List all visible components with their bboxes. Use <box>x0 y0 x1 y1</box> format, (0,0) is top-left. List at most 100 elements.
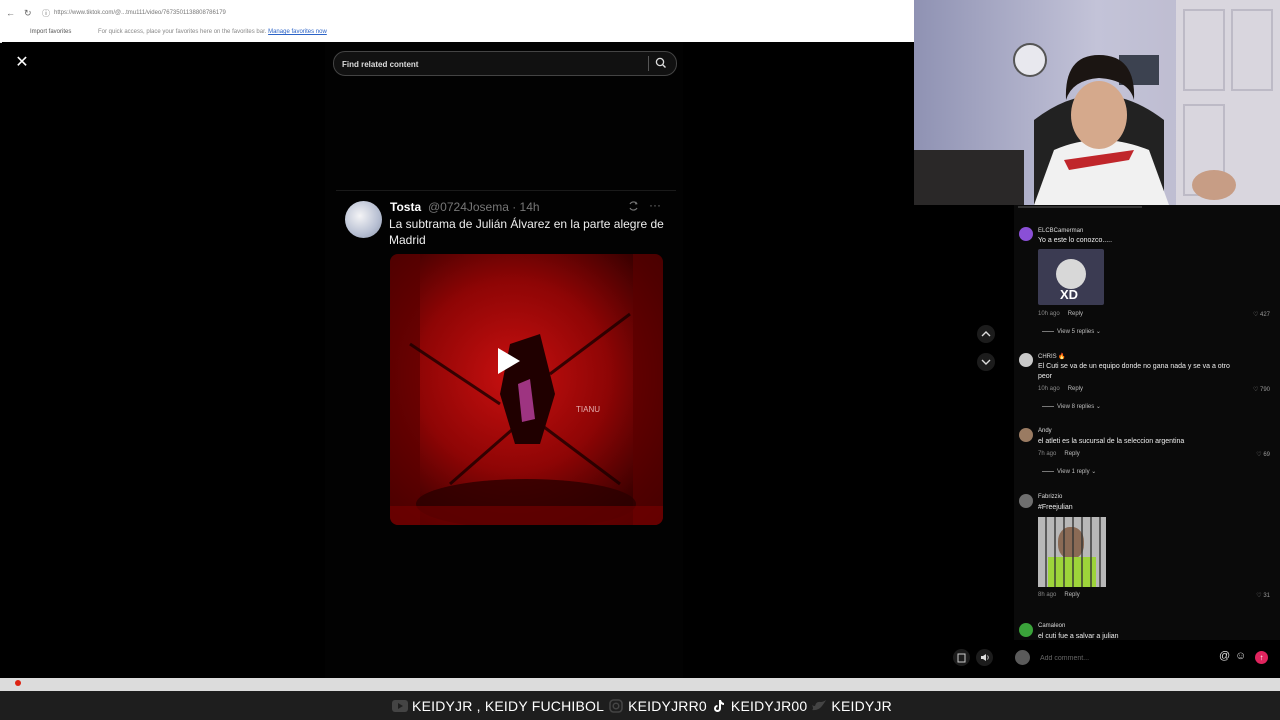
favbar-message-text: For quick access, place your favorites h… <box>98 29 267 35</box>
comment-composer: @ ☺ ↑ <box>1014 640 1280 678</box>
comment-likes[interactable]: ♡ 427 <box>1253 311 1270 318</box>
comment-meta: 8h ago Reply <box>1038 592 1080 598</box>
refresh-icon[interactable]: ↻ <box>24 8 32 19</box>
video-thumbnail[interactable]: TIANU <box>390 254 663 525</box>
reply-button[interactable]: Reply <box>1068 311 1083 317</box>
taskbar <box>0 678 1280 691</box>
site-info-icon[interactable]: ⓘ <box>42 8 50 19</box>
related-search-input[interactable] <box>340 55 644 73</box>
view-replies-label: View 8 replies <box>1057 404 1095 410</box>
comment-image[interactable]: XD <box>1038 249 1104 305</box>
reply-button[interactable]: Reply <box>1068 386 1083 392</box>
twitter-handle: KEIDYJR <box>831 697 892 714</box>
close-button[interactable]: ✕ <box>12 52 32 72</box>
mention-icon[interactable]: @ <box>1219 650 1230 662</box>
like-count: 427 <box>1259 312 1270 318</box>
comment-likes[interactable]: ♡ 31 <box>1256 592 1270 599</box>
send-button[interactable]: ↑ <box>1255 651 1268 664</box>
comment-text: El Cuti se va de un equipo donde no gana… <box>1038 363 1230 380</box>
view-replies-button[interactable]: View 5 replies ⌄ <box>1042 328 1101 335</box>
comment-image[interactable] <box>1038 517 1106 587</box>
user-avatar[interactable] <box>1015 650 1030 665</box>
post-divider <box>336 190 676 191</box>
comment-avatar[interactable] <box>1019 227 1033 241</box>
youtube-icon <box>391 699 409 713</box>
emoji-icon[interactable]: ☺ <box>1235 650 1246 662</box>
reply-button[interactable]: Reply <box>1064 451 1079 457</box>
chevron-down-icon <box>981 359 991 365</box>
volume-icon <box>980 654 989 661</box>
back-icon[interactable]: ← <box>6 8 15 18</box>
author-name[interactable]: Tosta <box>390 200 421 214</box>
comment-input[interactable] <box>1038 650 1222 666</box>
import-favorites-link[interactable]: Import favorites <box>30 29 71 35</box>
author-avatar[interactable] <box>345 201 382 238</box>
comment-username[interactable]: Andy <box>1038 428 1052 434</box>
social-handles: KEIDYJR , KEIDY FUCHIBOL KEIDYJRR0 KEIDY… <box>0 691 1280 720</box>
address-bar[interactable]: https://www.tiktok.com/@...tmu111/video/… <box>54 10 226 16</box>
send-icon: ↑ <box>1259 653 1264 662</box>
view-replies-label: View 1 reply <box>1057 469 1090 475</box>
comment-likes[interactable]: ♡ 790 <box>1253 386 1270 393</box>
tiktok-icon <box>710 699 728 713</box>
notification-dot <box>15 680 21 686</box>
comment-time: 10h ago <box>1038 311 1060 317</box>
comment-text: el cuti fue a salvar a julian <box>1038 633 1119 640</box>
photo-bars <box>1038 517 1106 587</box>
youtube-handle: KEIDYJR , KEIDY FUCHIBOL <box>412 697 605 714</box>
comment-avatar[interactable] <box>1019 623 1033 637</box>
chevron-up-icon <box>981 331 991 337</box>
webcam-overlay <box>914 0 1280 205</box>
close-icon: ✕ <box>15 54 29 71</box>
comment-likes[interactable]: ♡ 69 <box>1256 451 1270 458</box>
browser-toolbar: ← ↻ ⓘ https://www.tiktok.com/@...tmu111/… <box>0 0 914 26</box>
comments-panel: ELCBCamerman Yo a este lo conozco..... X… <box>1014 205 1280 640</box>
like-count: 69 <box>1263 452 1270 458</box>
caption-button[interactable] <box>953 649 970 666</box>
comment-meta: 7h ago Reply <box>1038 451 1080 457</box>
author-handle-time: @0724Josema · 14h <box>428 200 540 214</box>
post-text: La subtrama de Julián Álvarez en la part… <box>389 217 664 247</box>
video-artwork <box>390 254 663 525</box>
streamer-webcam <box>914 0 1280 205</box>
like-count: 790 <box>1259 387 1270 393</box>
panel-scroll-indicator <box>1018 206 1142 208</box>
comment-meta: 10h ago Reply <box>1038 311 1083 317</box>
comment-time: 7h ago <box>1038 451 1057 457</box>
comment-meta: 10h ago Reply <box>1038 386 1083 392</box>
comment-avatar[interactable] <box>1019 353 1033 367</box>
caption-icon <box>957 653 966 662</box>
comment-username[interactable]: ELCBCamerman <box>1038 228 1083 234</box>
instagram-handle: KEIDYJRR0 <box>628 697 707 714</box>
twitter-icon <box>810 699 828 713</box>
volume-button[interactable] <box>976 649 993 666</box>
view-replies-button[interactable]: View 1 reply ⌄ <box>1042 468 1096 475</box>
instagram-icon <box>607 698 625 713</box>
view-replies-button[interactable]: View 8 replies ⌄ <box>1042 403 1101 410</box>
comment-username[interactable]: Camaleon <box>1038 623 1065 629</box>
search-icon[interactable] <box>654 56 668 70</box>
comment-username[interactable]: Fabrizzio <box>1038 494 1062 500</box>
comment-text: Yo a este lo conozco..... <box>1038 237 1113 244</box>
comment-text: #Freejulian <box>1038 504 1073 511</box>
repost-icon[interactable] <box>627 200 640 212</box>
meme-face <box>1056 259 1086 289</box>
manage-favorites-link[interactable]: Manage favorites now <box>268 29 327 35</box>
previous-video-button[interactable] <box>977 325 995 343</box>
favorites-bar: Import favorites For quick access, place… <box>0 25 914 43</box>
comment-avatar[interactable] <box>1019 494 1033 508</box>
favbar-message: For quick access, place your favorites h… <box>98 29 327 35</box>
view-replies-label: View 5 replies <box>1057 329 1095 335</box>
play-icon[interactable] <box>490 344 524 378</box>
next-video-button[interactable] <box>977 353 995 371</box>
more-options-icon[interactable]: ··· <box>649 198 661 212</box>
meme-text: XD <box>1060 287 1079 302</box>
comment-time: 8h ago <box>1038 592 1057 598</box>
comment-text: el atleti es la sucursal de la seleccion… <box>1038 438 1185 445</box>
comment-time: 10h ago <box>1038 386 1060 392</box>
comment-username[interactable]: CHRIS 🔥 <box>1038 353 1066 360</box>
reply-button[interactable]: Reply <box>1064 592 1079 598</box>
video-watermark: TIANU <box>576 405 600 414</box>
like-count: 31 <box>1263 593 1270 599</box>
comment-avatar[interactable] <box>1019 428 1033 442</box>
